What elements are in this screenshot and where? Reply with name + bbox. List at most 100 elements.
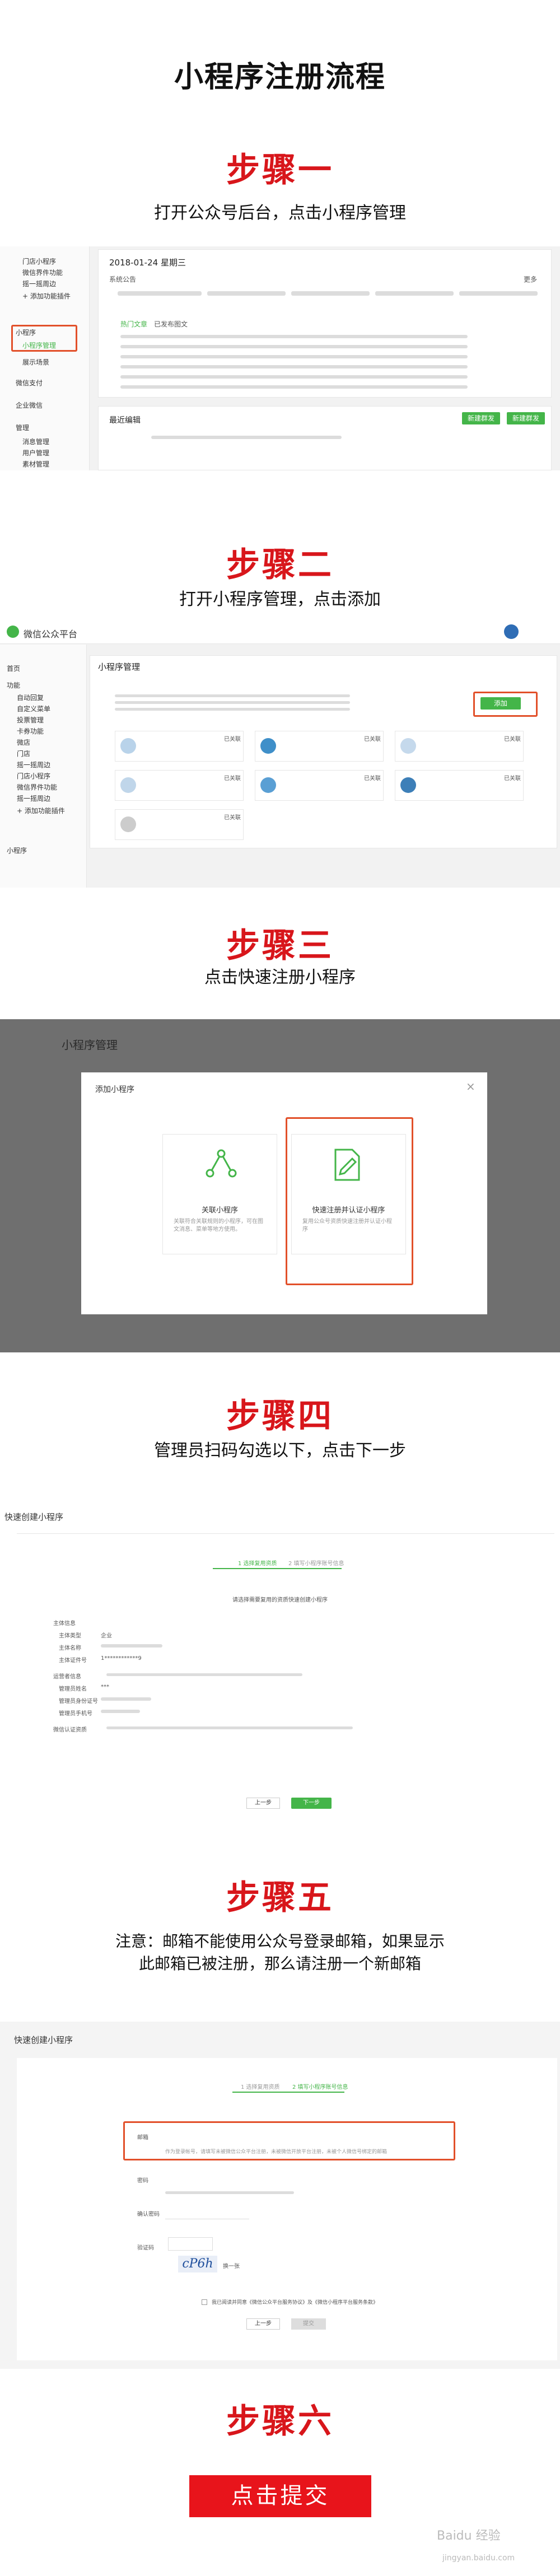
new-broadcast-button[interactable]: 新建群发 [462,412,500,424]
agree-checkbox[interactable] [202,2299,207,2305]
highlight-box [286,1117,413,1285]
wechat-logo-icon [7,626,19,638]
miniprogram-avatar [260,738,276,754]
announcement[interactable] [118,291,202,296]
field-value: 企业 [101,1633,112,1639]
brand-name: 微信公众平台 [24,629,78,640]
sidebar-item[interactable]: 门店 [17,749,30,758]
sidebar-item[interactable]: 摇一摇周边 [22,279,56,288]
field-label: 主体证件号 [59,1658,87,1664]
field-label: 管理员手机号 [59,1711,92,1717]
step-6-title: 步骤六 [226,2402,334,2441]
step-1-title: 步骤一 [226,151,334,190]
scan-tip: 请选择需要复用的资质快速创建小程序 [232,1597,328,1603]
sidebar-item-manage[interactable]: 管理 [16,423,29,432]
refresh-captcha-link[interactable]: 换一张 [223,2261,240,2270]
screenshot-step-3: 小程序管理 添加小程序 × 关联小程序 关联符合关联规则的小程序，可在图文消息、… [0,1019,560,1352]
sidebar-item-home[interactable]: 首页 [7,664,20,673]
article-row[interactable] [120,375,468,379]
section-title: 小程序管理 [98,662,141,672]
progress-step-2: 2 填写小程序账号信息 [288,1561,344,1567]
status-badge: 已关联 [224,736,241,743]
sidebar-item[interactable]: 素材管理 [22,459,49,469]
sidebar-item-miniprogram[interactable]: 小程序 [7,846,27,855]
screenshot-step-2: 微信公众平台 首页 功能 自动回复 自定义菜单 投票管理 卡券功能 微店 门店 … [0,619,560,888]
announcement[interactable] [291,291,370,296]
close-icon[interactable]: × [466,1080,475,1093]
field-label: 微信认证资质 [53,1727,87,1733]
sidebar-item-features[interactable]: 功能 [7,680,20,690]
page-title: 小程序注册流程 [174,60,386,94]
highlight-box [123,2121,455,2160]
next-step-button[interactable]: 下一步 [291,1798,332,1809]
captcha-input[interactable] [168,2237,213,2251]
captcha-label: 验证码 [137,2245,154,2251]
field-label: 管理员姓名 [59,1686,87,1692]
field-note [106,1673,302,1676]
sidebar-item[interactable]: 自动回复 [17,693,44,702]
article-row[interactable] [120,345,468,348]
submit-button[interactable]: 提交 [291,2318,326,2330]
recent-item [151,436,342,439]
sidebar-item[interactable]: 摇一摇周边 [17,760,50,769]
field-label: 主体信息 [53,1621,76,1627]
field-value [101,1697,151,1701]
avatar[interactable] [504,624,519,639]
article-row[interactable] [120,355,468,358]
share-icon [206,1149,237,1178]
screenshot-step-1: 门店小程序 微信界件功能 摇一摇周边 + 添加功能插件 小程序 小程序管理 展示… [0,246,560,470]
option-title: 关联小程序 [201,1206,238,1215]
progress-step-1: 1 选择复用资质 [238,1561,277,1567]
sidebar-item[interactable]: 用户管理 [22,448,49,458]
article-row[interactable] [120,335,468,338]
article-row[interactable] [120,365,468,368]
announcement[interactable] [459,291,538,296]
form-header: 快速创建小程序 [4,1512,64,1522]
progress-bar [232,2092,344,2093]
add-plugin-link[interactable]: + 添加功能插件 [22,291,71,301]
screenshot-step-4: 快速创建小程序 1 选择复用资质 2 填写小程序账号信息 请选择需要复用的资质快… [0,1501,560,1826]
status-badge: 已关联 [364,736,381,743]
submit-button-large[interactable]: 点击提交 [189,2475,371,2517]
sidebar-item[interactable]: 展示场景 [22,357,49,367]
announcement[interactable] [207,291,286,296]
step-4-title: 步骤四 [226,1397,334,1436]
sidebar-item[interactable]: 门店小程序 [17,771,50,781]
more-link[interactable]: 更多 [524,274,537,284]
miniprogram-avatar [400,777,416,793]
field-label: 主体名称 [59,1645,81,1651]
sidebar-item[interactable]: 消息管理 [22,437,49,446]
step-5-desc-line-1: 注意：邮箱不能使用公众号登录邮箱，如果显示 [115,1932,445,1950]
prev-step-button[interactable]: 上一步 [246,1798,280,1809]
sidebar-item-wxpay[interactable]: 微信支付 [16,378,43,388]
article-row[interactable] [120,385,468,389]
description-line [115,708,350,711]
sidebar-item[interactable]: 微信界件功能 [22,268,63,277]
description-line [115,694,350,697]
password-hint [165,2191,294,2194]
tab-published[interactable]: 已发布图文 [154,319,188,329]
sidebar-item[interactable]: 微店 [17,738,30,747]
sidebar-item[interactable]: 卡券功能 [17,726,44,736]
announcement[interactable] [375,291,454,296]
sidebar-item[interactable]: 门店小程序 [22,256,56,266]
sidebar-item[interactable]: 投票管理 [17,715,44,725]
sidebar-item[interactable]: 摇一摇周边 [17,794,50,803]
password-label: 密码 [137,2178,148,2184]
add-plugin-link[interactable]: + 添加功能插件 [17,806,65,815]
progress-bar [213,1568,342,1569]
screenshot-step-5: 快速创建小程序 1 选择复用资质 2 填写小程序账号信息 邮箱 作为登录帐号，请… [0,2022,560,2369]
form-header: 快速创建小程序 [14,2035,73,2045]
status-badge: 已关联 [224,815,241,821]
field-label: 运营者信息 [53,1674,81,1680]
field-note [106,1726,353,1729]
agree-text: 我已阅读并同意《微信公众平台服务协议》及《微信小程序平台服务条款》 [212,2300,379,2306]
new-broadcast-button[interactable]: 新建群发 [507,412,545,424]
sidebar-item-wework[interactable]: 企业微信 [16,400,43,410]
description-line [115,701,350,704]
add-miniprogram-dialog [81,1072,487,1314]
prev-step-button[interactable]: 上一步 [246,2318,280,2330]
tab-hot-articles[interactable]: 热门文章 [120,319,147,329]
sidebar-item[interactable]: 微信界件功能 [17,782,57,792]
sidebar-item[interactable]: 自定义菜单 [17,704,50,713]
